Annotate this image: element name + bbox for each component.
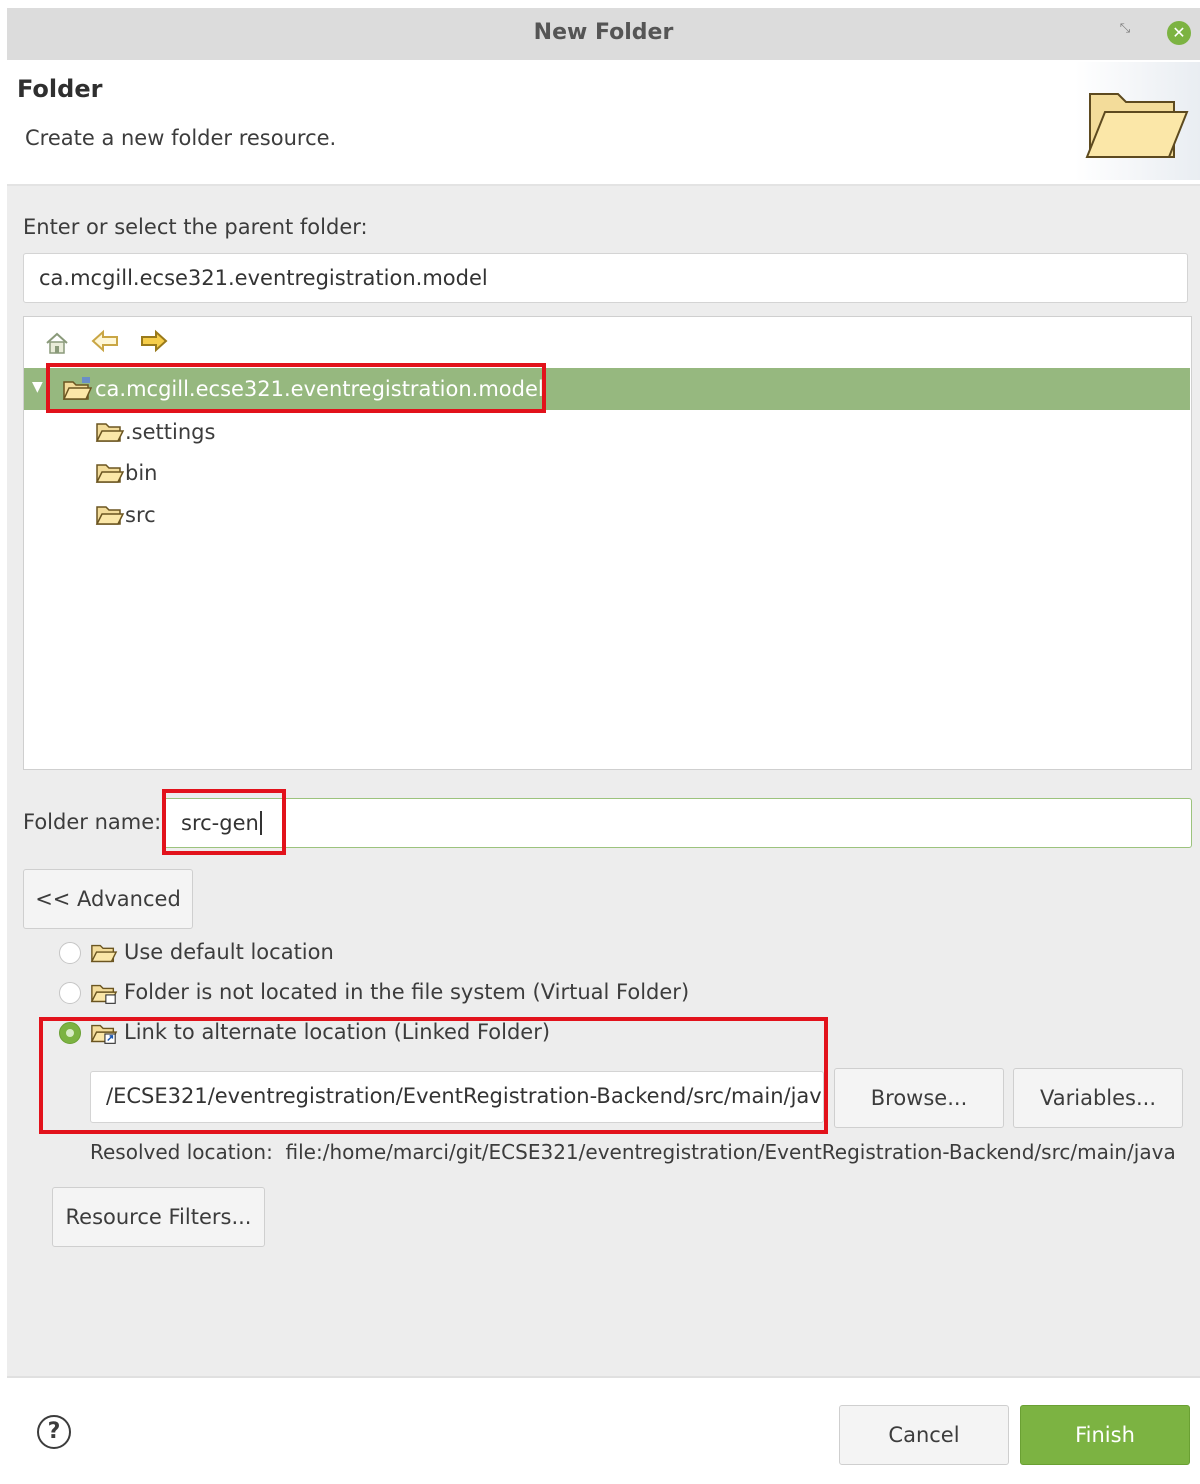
resolved-location: Resolved location: file:/home/marci/git/… bbox=[90, 1140, 1176, 1164]
browse-button[interactable]: Browse... bbox=[834, 1068, 1004, 1128]
help-icon[interactable]: ? bbox=[37, 1415, 71, 1449]
window-title: New Folder bbox=[533, 20, 674, 45]
default-location-radio[interactable] bbox=[59, 942, 81, 964]
folder-name-input[interactable]: src-gen bbox=[163, 798, 1192, 848]
advanced-button[interactable]: << Advanced bbox=[23, 869, 193, 929]
parent-folder-label: Enter or select the parent folder: bbox=[23, 215, 368, 239]
title-bar: New Folder bbox=[7, 8, 1200, 61]
resource-filters-button[interactable]: Resource Filters... bbox=[52, 1187, 265, 1247]
cancel-button[interactable]: Cancel bbox=[839, 1405, 1009, 1465]
tree-item-bin[interactable]: bin bbox=[125, 454, 157, 492]
folder-icon bbox=[90, 942, 118, 969]
parent-folder-input[interactable]: ca.mcgill.ecse321.eventregistration.mode… bbox=[23, 253, 1188, 303]
highlight-box-folder-name bbox=[162, 789, 286, 855]
resolved-location-label: Resolved location: bbox=[90, 1140, 273, 1164]
finish-button[interactable]: Finish bbox=[1020, 1405, 1190, 1465]
folder-icon bbox=[95, 462, 125, 489]
restore-icon[interactable]: ⤡ bbox=[1112, 16, 1138, 42]
highlight-box-parent bbox=[46, 363, 546, 413]
default-location-label[interactable]: Use default location bbox=[124, 940, 334, 964]
footer-separator bbox=[7, 1376, 1200, 1378]
folder-icon bbox=[95, 421, 125, 448]
resolved-location-value: file:/home/marci/git/ECSE321/eventregist… bbox=[285, 1140, 1176, 1164]
home-icon[interactable] bbox=[44, 330, 70, 356]
folder-name-label: Folder name: bbox=[23, 810, 162, 834]
folder-icon bbox=[95, 504, 125, 531]
page-description: Create a new folder resource. bbox=[25, 126, 337, 150]
tree-item-src[interactable]: src bbox=[125, 496, 156, 534]
virtual-folder-icon bbox=[90, 982, 118, 1011]
expand-chevron-icon[interactable]: ▼ bbox=[32, 379, 43, 395]
close-icon[interactable]: ✕ bbox=[1167, 21, 1191, 45]
forward-arrow-icon[interactable] bbox=[140, 328, 168, 354]
highlight-box-linked bbox=[39, 1017, 828, 1134]
virtual-folder-radio[interactable] bbox=[59, 982, 81, 1004]
tree-item-settings[interactable]: .settings bbox=[125, 413, 215, 451]
page-title: Folder bbox=[17, 75, 103, 103]
variables-button[interactable]: Variables... bbox=[1013, 1068, 1183, 1128]
folder-banner-icon bbox=[1075, 62, 1200, 180]
back-arrow-icon[interactable] bbox=[91, 328, 118, 354]
wizard-header bbox=[7, 60, 1200, 186]
virtual-folder-label[interactable]: Folder is not located in the file system… bbox=[124, 980, 689, 1004]
